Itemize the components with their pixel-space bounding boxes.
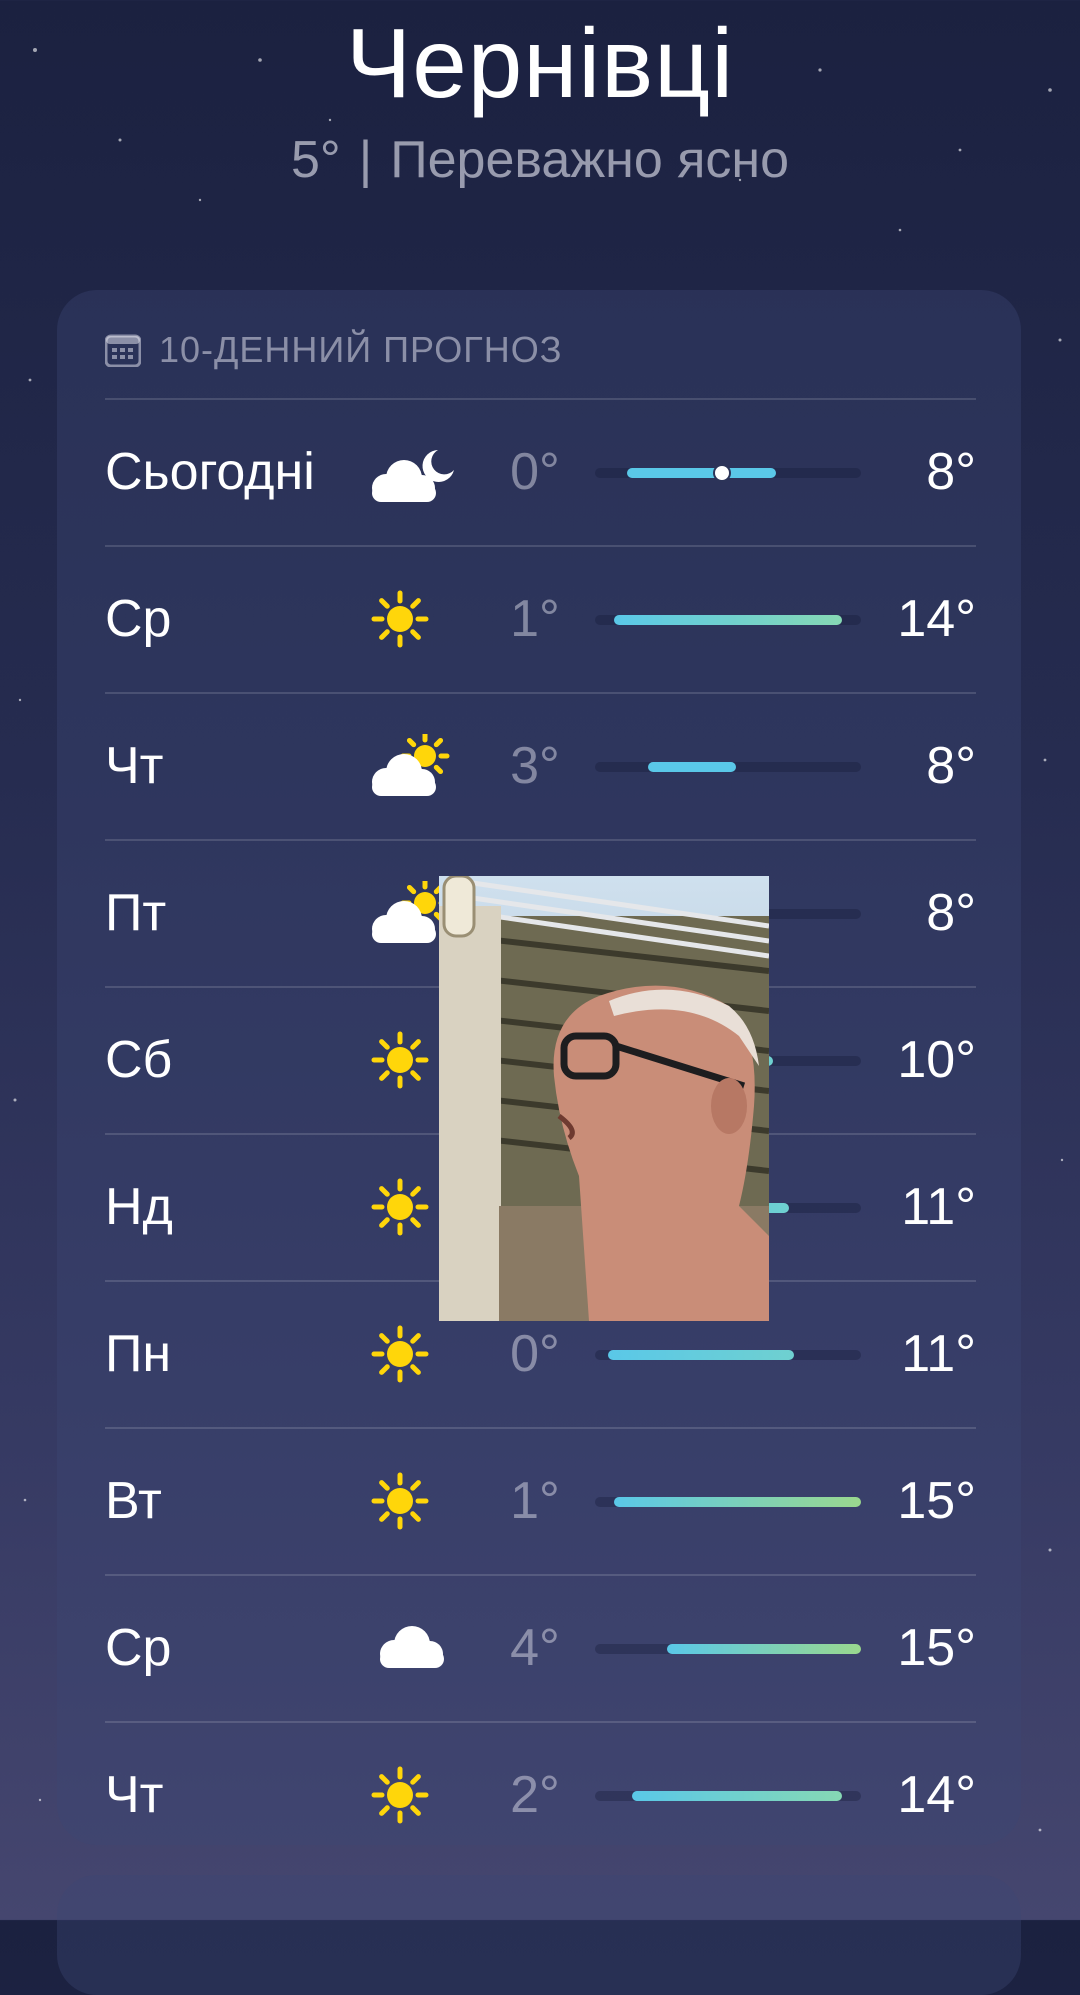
- temp-range-bar: [595, 1791, 861, 1801]
- forecast-row[interactable]: Чт 3° 8°: [105, 692, 976, 839]
- current-temp: 5°: [291, 131, 341, 189]
- sun-icon: [371, 1472, 429, 1530]
- forecast-low: 4°: [510, 1619, 560, 1677]
- temp-range-fill: [626, 468, 776, 478]
- forecast-high: 15°: [897, 1619, 976, 1677]
- forecast-day: Чт: [105, 737, 164, 795]
- forecast-high: 14°: [897, 590, 976, 648]
- temp-range-bar: [595, 1644, 861, 1654]
- forecast-day: Пн: [105, 1325, 172, 1383]
- temp-range-bar: [595, 615, 861, 625]
- forecast-day: Сб: [105, 1031, 173, 1089]
- forecast-day: Ср: [105, 1619, 172, 1677]
- forecast-row[interactable]: Вт 1° 15°: [105, 1427, 976, 1574]
- cloud-moon-icon: [372, 450, 454, 502]
- temp-range-bar: [595, 1350, 861, 1360]
- forecast-title: 10-ДЕННИЙ ПРОГНОЗ: [159, 329, 563, 370]
- forecast-low: 2°: [510, 1766, 560, 1824]
- forecast-day: Ср: [105, 590, 172, 648]
- forecast-header: 10-ДЕННИЙ ПРОГНОЗ: [105, 320, 563, 380]
- current-temp-dot: [713, 464, 732, 482]
- forecast-low: 1°: [510, 590, 560, 648]
- forecast-day: Вт: [105, 1472, 162, 1530]
- temp-range-bar: [595, 762, 861, 772]
- forecast-high: 15°: [897, 1472, 976, 1530]
- next-panel: [57, 1875, 1021, 1995]
- forecast-low: 3°: [510, 737, 560, 795]
- city-name: Чернівці: [345, 8, 735, 118]
- forecast-high: 11°: [901, 1325, 976, 1383]
- temp-range-bar: [595, 464, 861, 482]
- condition-text: Переважно ясно: [390, 131, 789, 189]
- temp-range-fill: [648, 762, 736, 772]
- forecast-row[interactable]: Ср 4° 15°: [105, 1574, 976, 1721]
- forecast-high: 8°: [926, 884, 976, 942]
- sun-icon: [371, 1325, 429, 1383]
- forecast-high: 14°: [897, 1766, 976, 1824]
- separator: |: [358, 131, 373, 189]
- temp-range-fill: [608, 1350, 795, 1360]
- cloud-sun-icon: [372, 734, 450, 796]
- person-video-overlay: [439, 876, 769, 1321]
- cloud-icon: [380, 1626, 444, 1668]
- forecast-day: Чт: [105, 1766, 164, 1824]
- forecast-row[interactable]: Чт 2° 14°: [105, 1721, 976, 1868]
- forecast-day: Нд: [105, 1178, 173, 1236]
- temp-range-fill: [613, 615, 843, 625]
- forecast-row[interactable]: Сьогодні 0° 8°: [105, 398, 976, 545]
- forecast-day: Пт: [105, 884, 167, 942]
- forecast-day: Сьогодні: [105, 443, 315, 501]
- location-header: Чернівці 5° | Переважно ясно: [0, 0, 1080, 190]
- current-conditions: 5° | Переважно ясно: [0, 130, 1080, 190]
- temp-range-fill: [613, 1497, 861, 1507]
- temp-range-fill: [666, 1644, 861, 1654]
- temp-range-bar: [595, 1497, 861, 1507]
- forecast-high: 11°: [901, 1178, 976, 1236]
- forecast-high: 8°: [926, 443, 976, 501]
- forecast-high: 8°: [926, 737, 976, 795]
- sun-icon: [371, 590, 429, 648]
- video-overlay-thumbnail[interactable]: [439, 876, 769, 1321]
- forecast-high: 10°: [897, 1031, 976, 1089]
- calendar-icon: [105, 334, 141, 367]
- temp-range-fill: [632, 1791, 843, 1801]
- forecast-row[interactable]: Ср 1° 14°: [105, 545, 976, 692]
- forecast-low: 1°: [510, 1472, 560, 1530]
- forecast-low: 0°: [510, 443, 560, 501]
- sun-icon: [371, 1766, 429, 1824]
